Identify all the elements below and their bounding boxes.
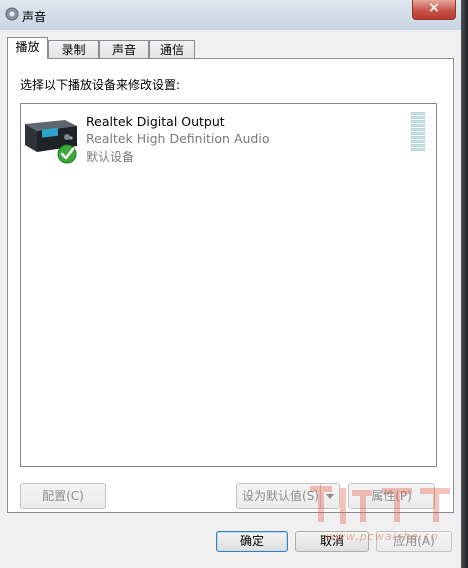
ok-label: 确定 [239, 534, 264, 548]
tab-label: 通信 [159, 43, 184, 57]
properties-button[interactable]: 属性(P) [348, 483, 435, 509]
configure-button[interactable]: 配置(C) [20, 483, 106, 509]
speaker-device-icon [25, 120, 77, 164]
chevron-down-icon [326, 494, 334, 499]
set-default-label: 设为默认值(S) [242, 489, 319, 503]
device-item[interactable]: Realtek Digital Output Realtek High Defi… [21, 104, 436, 179]
device-list[interactable]: Realtek Digital Output Realtek High Defi… [20, 103, 437, 467]
playback-panel: 选择以下播放设备来修改设置: Realtek Digital Output Re… [7, 58, 454, 513]
device-name: Realtek Digital Output [86, 114, 225, 129]
desktop-background-strip [461, 0, 468, 568]
device-status: 默认设备 [86, 150, 135, 164]
watermark-url: www.pcwaishe.cn [326, 530, 439, 543]
tab-label: 声音 [111, 43, 136, 57]
properties-label: 属性(P) [371, 489, 412, 503]
speaker-icon [5, 7, 19, 21]
volume-level-meter [411, 112, 425, 152]
window-title: 声音 [22, 10, 47, 24]
tab-communications[interactable]: 通信 [149, 40, 195, 59]
tab-label: 录制 [61, 43, 86, 57]
close-button[interactable]: × [412, 0, 456, 20]
tab-sounds[interactable]: 声音 [99, 40, 149, 59]
instruction-label: 选择以下播放设备来修改设置: [20, 78, 181, 92]
title-bar[interactable]: 声音 × [0, 0, 461, 30]
set-default-button[interactable]: 设为默认值(S) [236, 483, 340, 509]
configure-label: 配置(C) [42, 489, 84, 503]
set-default-dropdown-arrow[interactable] [320, 484, 339, 508]
device-driver: Realtek High Definition Audio [86, 131, 270, 146]
tab-label: 播放 [15, 40, 40, 54]
tab-recording[interactable]: 录制 [48, 40, 99, 59]
ok-button[interactable]: 确定 [216, 531, 288, 552]
close-icon: × [428, 0, 440, 16]
sound-dialog: 声音 × 播放 录制 声音 通信 选择以下播放设备来修改设置: Realtek … [0, 0, 461, 568]
tab-playback[interactable]: 播放 [7, 37, 48, 59]
